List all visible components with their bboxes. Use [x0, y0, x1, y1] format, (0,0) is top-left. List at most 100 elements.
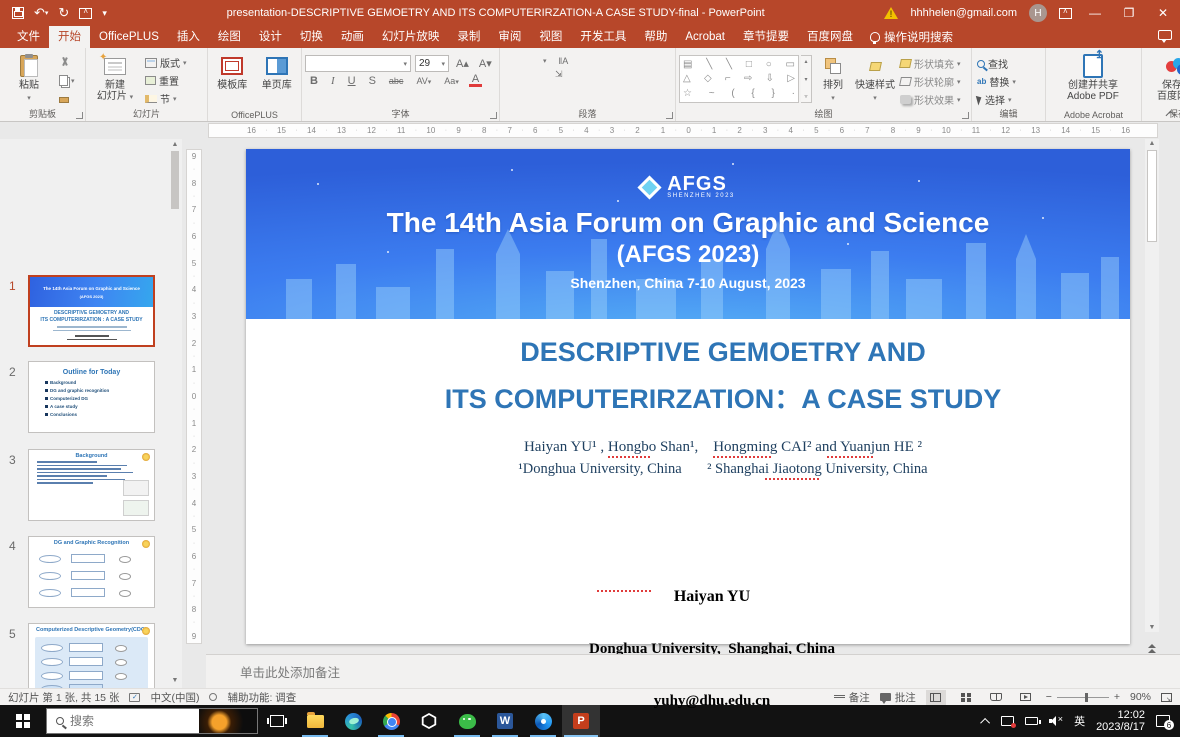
quick-styles-button[interactable]: 快速样式▾ — [854, 51, 896, 108]
columns-icon[interactable]: ‖A — [556, 56, 572, 66]
page-library-button[interactable]: 单页库 — [256, 51, 299, 108]
tab-baidu-netdisk[interactable]: 百度网盘 — [798, 26, 862, 48]
scroll-down-icon[interactable]: ▼ — [1145, 624, 1159, 631]
clipboard-dialog-launcher[interactable] — [76, 112, 83, 119]
authors-line[interactable]: Haiyan YU¹ , Hongbo Shan¹, Hongming CAI²… — [316, 439, 1130, 456]
restore-button[interactable]: ❐ — [1118, 6, 1140, 20]
new-slide-button[interactable]: 新建幻灯片 ▾ — [89, 51, 141, 108]
bold-button[interactable]: B — [307, 75, 321, 87]
battery-icon[interactable] — [1025, 717, 1038, 725]
shapes-gallery[interactable]: ▤╲╲□○▭ △◇⌐⇨⇩▷ ☆~({}· — [679, 55, 799, 103]
tab-record[interactable]: 录制 — [448, 26, 489, 48]
zoom-slider-thumb[interactable] — [1085, 693, 1088, 702]
conference-banner[interactable]: AFGS SHENZHEN 2023 The 14th Asia Forum o… — [246, 149, 1130, 319]
tab-officeplus[interactable]: OfficePLUS — [90, 26, 168, 48]
spellcheck-icon[interactable]: ✓ — [129, 693, 140, 702]
affiliations-line[interactable]: ¹Donghua University, China ² Shanghai Ji… — [316, 461, 1130, 478]
font-name-combo[interactable]: ▾ — [305, 55, 411, 72]
scroll-up-icon[interactable]: ▲ — [1145, 140, 1159, 147]
character-spacing-button[interactable]: AV▾ — [413, 76, 434, 86]
line-spacing-icon[interactable]: ▾ — [543, 55, 547, 66]
format-painter-button[interactable] — [57, 91, 77, 106]
close-button[interactable]: ✕ — [1152, 6, 1174, 20]
find-button[interactable]: 查找 — [975, 56, 1018, 71]
notes-placeholder[interactable]: 单击此处添加备注 — [240, 662, 340, 681]
font-dialog-launcher[interactable] — [490, 112, 497, 119]
thumbnail-slide-3[interactable]: Background — [28, 449, 155, 521]
thumbnail-scrollbar[interactable]: ▲ ▼ — [168, 139, 182, 688]
section-button[interactable]: 节▾ — [143, 91, 189, 106]
chrome-button[interactable] — [372, 705, 410, 737]
thumbnail-slide-5[interactable]: Computerized Descriptive Geometry(CDG) — [28, 623, 155, 688]
arrange-button[interactable]: 排列▾ — [814, 51, 852, 108]
minimize-button[interactable]: — — [1084, 6, 1106, 20]
save-icon[interactable] — [12, 7, 24, 19]
undo-icon[interactable]: ↶▾ — [34, 5, 48, 21]
tab-review[interactable]: 审阅 — [489, 26, 530, 48]
reset-button[interactable]: 重置 — [143, 73, 189, 88]
wechat-button[interactable] — [448, 705, 486, 737]
replace-button[interactable]: ab替换▾ — [975, 74, 1018, 89]
slide-title-textbox[interactable]: DESCRIPTIVE GEMOETRY AND ITS COMPUTERIRZ… — [316, 329, 1130, 423]
tell-me-search[interactable]: 操作说明搜索 — [862, 26, 961, 48]
collapse-ribbon-icon[interactable] — [1166, 110, 1174, 118]
paste-button[interactable]: 粘贴▾ — [3, 51, 55, 108]
strikethrough-button[interactable]: abc — [386, 76, 407, 86]
shrink-font-button[interactable]: A▾ — [476, 57, 495, 70]
screen-recording-icon[interactable] — [1001, 716, 1014, 726]
redo-icon[interactable]: ↻ — [58, 5, 69, 21]
tab-section-summary[interactable]: 章节提要 — [734, 26, 798, 48]
edge-button[interactable] — [334, 705, 372, 737]
thumbnail-slide-4[interactable]: DG and Graphic Recognition — [28, 536, 155, 608]
vertical-scrollbar[interactable]: ▲ ▼ — [1145, 139, 1159, 632]
shapes-gallery-scroll[interactable]: ▴▾▿ — [801, 55, 812, 103]
drawing-dialog-launcher[interactable] — [962, 112, 969, 119]
tab-design[interactable]: 设计 — [250, 26, 291, 48]
template-library-button[interactable]: 模板库 — [211, 51, 254, 108]
tab-home[interactable]: 开始 — [49, 26, 90, 48]
language-indicator[interactable]: 中文(中国) — [150, 690, 199, 705]
tab-view[interactable]: 视图 — [530, 26, 571, 48]
previous-slide-button[interactable] — [1148, 644, 1156, 653]
scroll-down-icon[interactable]: ▼ — [170, 677, 180, 684]
save-to-netdisk-button[interactable]: 保存到百度网盘 — [1145, 51, 1180, 108]
powerpoint-button[interactable]: P — [562, 705, 600, 737]
shape-outline-button[interactable]: 形状轮廓▾ — [898, 74, 963, 89]
smartart-convert-icon[interactable]: ⇲ — [552, 69, 566, 80]
accessibility-status[interactable]: 辅助功能: 调查 — [227, 690, 296, 705]
font-size-combo[interactable]: 29▾ — [415, 55, 449, 72]
thumbnail-slide-1[interactable]: The 14th Asia Forum on Graphic and Scien… — [28, 275, 155, 347]
grow-font-button[interactable]: A▴ — [453, 57, 472, 70]
shape-effects-button[interactable]: 形状效果▾ — [898, 92, 963, 107]
taskbar-search[interactable] — [46, 708, 258, 734]
tab-file[interactable]: 文件 — [8, 26, 49, 48]
file-explorer-button[interactable] — [296, 705, 334, 737]
ribbon-display-options-icon[interactable] — [1059, 8, 1072, 19]
tab-slideshow[interactable]: 幻灯片放映 — [373, 26, 449, 48]
avatar[interactable]: H — [1029, 4, 1047, 22]
tab-draw[interactable]: 绘图 — [209, 26, 250, 48]
layout-button[interactable]: 版式▾ — [143, 55, 189, 70]
comments-bubble-icon[interactable] — [1158, 30, 1172, 40]
app-hexagon-button[interactable] — [410, 705, 448, 737]
thumbnail-slide-2[interactable]: Outline for Today Background DG and grap… — [28, 361, 155, 433]
start-slideshow-icon[interactable] — [79, 8, 92, 19]
tab-developer[interactable]: 开发工具 — [571, 26, 635, 48]
font-color-button[interactable]: A — [469, 75, 482, 87]
tab-insert[interactable]: 插入 — [168, 26, 209, 48]
copy-button[interactable]: ▾ — [57, 73, 77, 88]
slide-1-editor[interactable]: AFGS SHENZHEN 2023 The 14th Asia Forum o… — [246, 149, 1130, 644]
slide-counter[interactable]: 幻灯片 第 1 张, 共 15 张 — [8, 690, 119, 705]
thunder-button[interactable] — [524, 705, 562, 737]
task-view-button[interactable] — [258, 705, 296, 737]
word-button[interactable]: W — [486, 705, 524, 737]
warning-icon[interactable]: ! — [884, 7, 898, 19]
action-center-icon[interactable]: 6 — [1156, 715, 1170, 727]
fit-slide-to-window-icon[interactable] — [1161, 693, 1172, 702]
volume-muted-icon[interactable]: × — [1049, 716, 1063, 726]
scroll-up-icon[interactable]: ▲ — [170, 141, 180, 148]
zoom-percentage[interactable]: 90% — [1130, 691, 1151, 703]
notes-pane[interactable]: 单击此处添加备注 — [206, 654, 1180, 688]
underline-button[interactable]: U — [345, 75, 359, 87]
start-button[interactable] — [0, 705, 46, 737]
